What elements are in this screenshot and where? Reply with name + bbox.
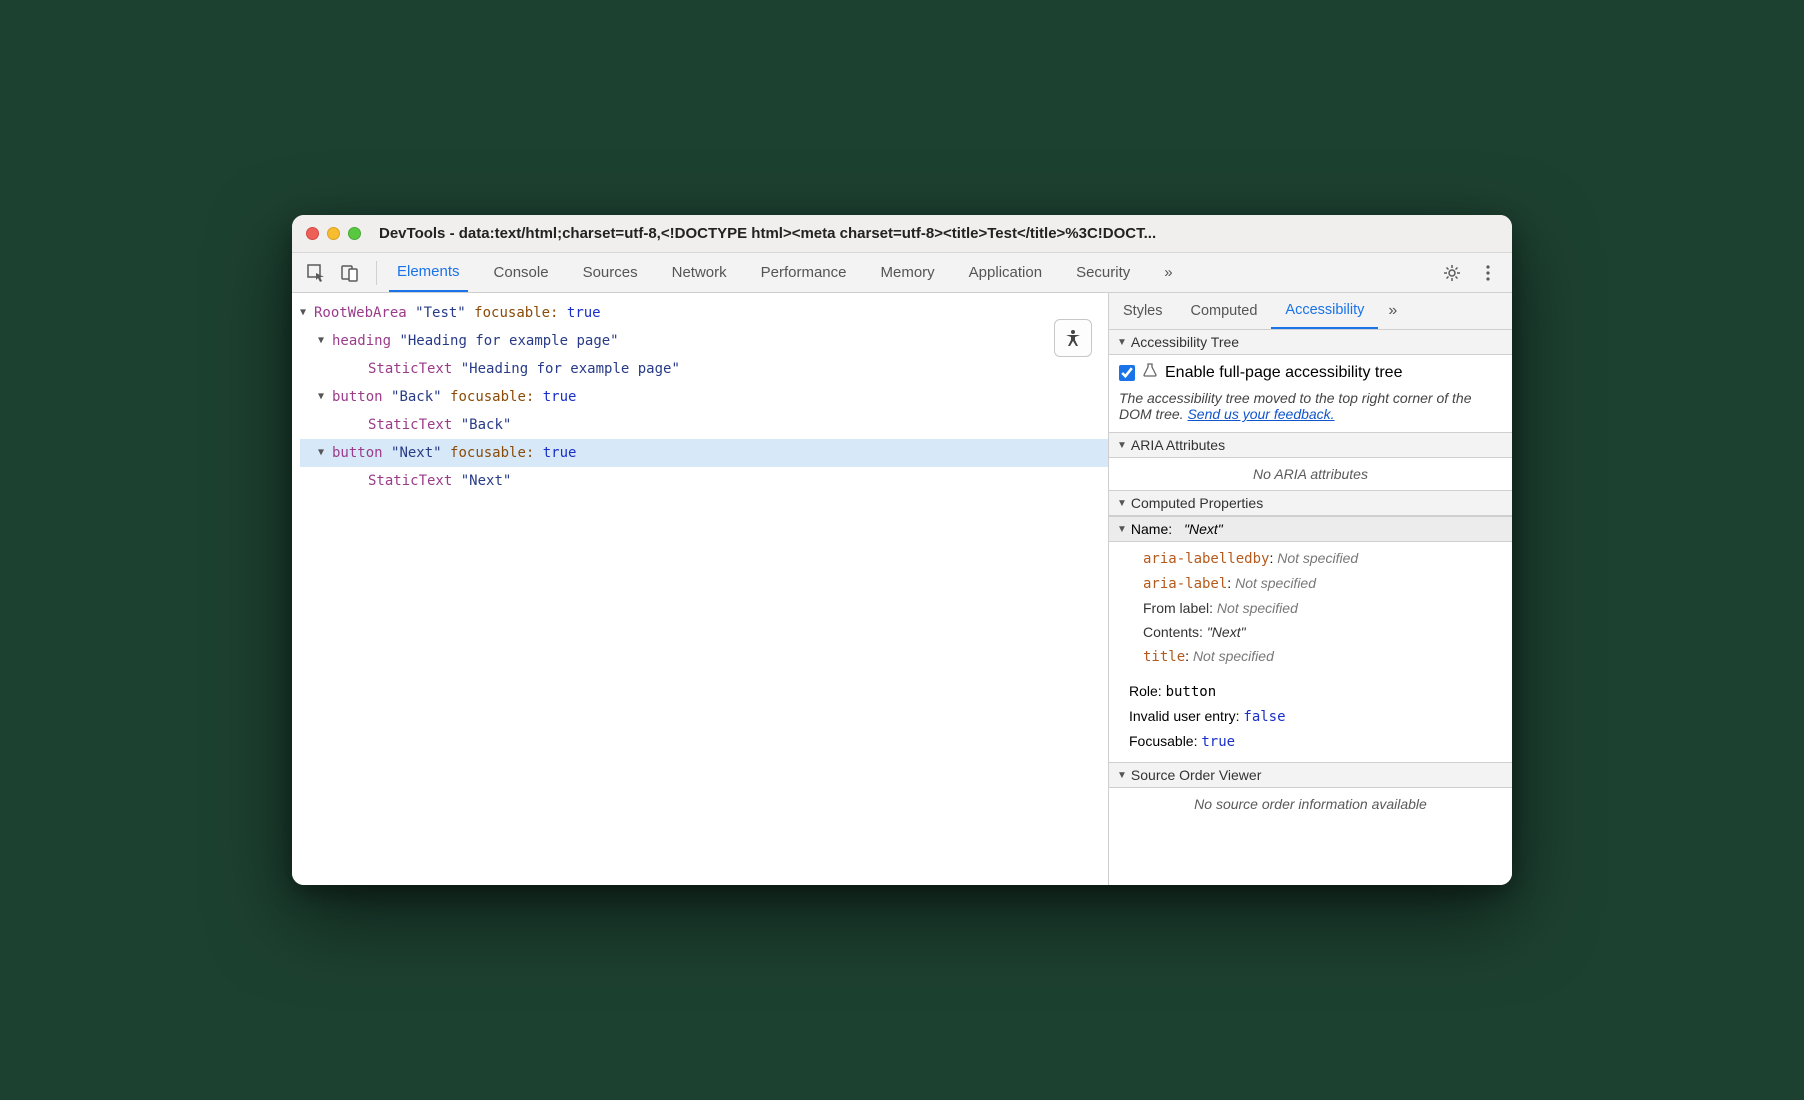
tab-network[interactable]: Network xyxy=(664,253,735,292)
src-aria-labelledby: aria-labelledby: Not specified xyxy=(1143,546,1502,571)
chevron-down-icon[interactable]: ▼ xyxy=(300,299,312,327)
side-tabs-more-icon[interactable]: » xyxy=(1378,302,1407,320)
close-icon[interactable] xyxy=(306,227,319,240)
tree-row-root[interactable]: ▼ RootWebArea "Test" focusable: true xyxy=(300,299,1108,327)
tab-sources[interactable]: Sources xyxy=(575,253,646,292)
tree-row-heading[interactable]: ▼ heading "Heading for example page" xyxy=(300,327,1108,355)
feedback-link[interactable]: Send us your feedback. xyxy=(1187,406,1334,422)
right-pane: Styles Computed Accessibility » ▼ Access… xyxy=(1108,293,1512,885)
tab-elements[interactable]: Elements xyxy=(389,253,468,292)
tree-attr-key: focusable xyxy=(450,439,526,467)
computed-name-row[interactable]: ▼ Name: "Next" xyxy=(1109,516,1512,542)
tree-attr-key: focusable xyxy=(474,299,550,327)
computed-name-value: "Next" xyxy=(1184,521,1223,537)
enable-fullpage-row: Enable full-page accessibility tree xyxy=(1109,355,1512,386)
tab-performance[interactable]: Performance xyxy=(753,253,855,292)
tree-moved-message: The accessibility tree moved to the top … xyxy=(1109,386,1512,432)
side-tab-styles[interactable]: Styles xyxy=(1109,293,1177,329)
content: ▼ RootWebArea "Test" focusable: true ▼ h… xyxy=(292,293,1512,885)
main-toolbar: Elements Console Sources Network Perform… xyxy=(292,253,1512,293)
tree-role: RootWebArea xyxy=(314,299,407,327)
tab-memory[interactable]: Memory xyxy=(873,253,943,292)
chevron-down-icon[interactable]: ▼ xyxy=(318,383,330,411)
kebab-icon[interactable] xyxy=(1474,259,1502,287)
accessibility-tree-pane: ▼ RootWebArea "Test" focusable: true ▼ h… xyxy=(292,293,1108,885)
tab-security[interactable]: Security xyxy=(1068,253,1138,292)
inspect-icon[interactable] xyxy=(302,259,330,287)
tree-row-static-text[interactable]: ▼ StaticText "Heading for example page" xyxy=(300,355,1108,383)
tree-row-button-back[interactable]: ▼ button "Back" focusable: true xyxy=(300,383,1108,411)
accessibility-tree-toggle-button[interactable] xyxy=(1054,319,1092,357)
maximize-icon[interactable] xyxy=(348,227,361,240)
side-tabs: Styles Computed Accessibility » xyxy=(1109,293,1512,330)
src-from-label: From label: Not specified xyxy=(1143,596,1502,620)
tree-role: StaticText xyxy=(368,411,452,439)
tree-attr-key: focusable xyxy=(450,383,526,411)
titlebar: DevTools - data:text/html;charset=utf-8,… xyxy=(292,215,1512,253)
tree-role: button xyxy=(332,439,383,467)
chevron-down-icon[interactable]: ▼ xyxy=(1117,440,1127,451)
prop-role: Role: button xyxy=(1129,679,1502,704)
device-toolbar-icon[interactable] xyxy=(336,259,364,287)
tree-attr-val: true xyxy=(567,299,601,327)
tabs-more-icon[interactable]: » xyxy=(1156,253,1180,292)
computed-other-props: Role: button Invalid user entry: false F… xyxy=(1109,677,1512,762)
chevron-down-icon[interactable]: ▼ xyxy=(318,327,330,355)
tree-name: "Next" xyxy=(391,439,442,467)
devtools-window: DevTools - data:text/html;charset=utf-8,… xyxy=(292,215,1512,885)
tree-row-static-text[interactable]: ▼ StaticText "Back" xyxy=(300,411,1108,439)
side-tab-computed[interactable]: Computed xyxy=(1177,293,1272,329)
chevron-down-icon[interactable]: ▼ xyxy=(1117,337,1127,348)
gear-icon[interactable] xyxy=(1438,259,1466,287)
chevron-down-icon[interactable]: ▼ xyxy=(1117,498,1127,509)
tree-row-static-text[interactable]: ▼ StaticText "Next" xyxy=(300,467,1108,495)
tree-name: "Heading for example page" xyxy=(399,327,618,355)
source-order-empty: No source order information available xyxy=(1109,788,1512,824)
section-computed-properties[interactable]: ▼ Computed Properties xyxy=(1109,490,1512,516)
tree-role: button xyxy=(332,383,383,411)
chevron-down-icon[interactable]: ▼ xyxy=(1117,770,1127,781)
minimize-icon[interactable] xyxy=(327,227,340,240)
tree-name: "Heading for example page" xyxy=(461,355,680,383)
tree-role: StaticText xyxy=(368,467,452,495)
enable-fullpage-checkbox[interactable] xyxy=(1119,365,1135,381)
chevron-down-icon[interactable]: ▼ xyxy=(1117,524,1127,535)
section-title: Source Order Viewer xyxy=(1131,767,1261,783)
tree-attr-val: true xyxy=(543,383,577,411)
tab-application[interactable]: Application xyxy=(961,253,1050,292)
tree-name: "Back" xyxy=(391,383,442,411)
main-tabs: Elements Console Sources Network Perform… xyxy=(389,253,1432,292)
tab-console[interactable]: Console xyxy=(486,253,557,292)
side-tab-accessibility[interactable]: Accessibility xyxy=(1271,293,1378,329)
section-title: ARIA Attributes xyxy=(1131,437,1225,453)
src-contents: Contents: "Next" xyxy=(1143,620,1502,644)
computed-name-label: Name: xyxy=(1131,521,1172,537)
section-aria-attributes[interactable]: ▼ ARIA Attributes xyxy=(1109,432,1512,458)
flask-icon xyxy=(1143,363,1157,382)
window-controls xyxy=(306,227,361,240)
computed-name-sources: aria-labelledby: Not specified aria-labe… xyxy=(1109,542,1512,677)
tree-attr-val: true xyxy=(543,439,577,467)
tree-name: "Back" xyxy=(461,411,512,439)
chevron-down-icon[interactable]: ▼ xyxy=(318,439,330,467)
tree-role: StaticText xyxy=(368,355,452,383)
aria-empty: No ARIA attributes xyxy=(1109,458,1512,490)
src-aria-label: aria-label: Not specified xyxy=(1143,571,1502,596)
tree-name: "Test" xyxy=(415,299,466,327)
window-title: DevTools - data:text/html;charset=utf-8,… xyxy=(379,225,1498,242)
prop-invalid: Invalid user entry: false xyxy=(1129,704,1502,729)
section-title: Computed Properties xyxy=(1131,495,1263,511)
tree-name: "Next" xyxy=(461,467,512,495)
section-accessibility-tree[interactable]: ▼ Accessibility Tree xyxy=(1109,330,1512,355)
toolbar-right xyxy=(1438,259,1502,287)
tree-row-button-next[interactable]: ▼ button "Next" focusable: true xyxy=(300,439,1108,467)
tree-role: heading xyxy=(332,327,391,355)
section-source-order[interactable]: ▼ Source Order Viewer xyxy=(1109,762,1512,788)
enable-fullpage-label: Enable full-page accessibility tree xyxy=(1165,364,1402,382)
prop-focusable: Focusable: true xyxy=(1129,729,1502,754)
separator xyxy=(376,261,377,285)
src-title: title: Not specified xyxy=(1143,644,1502,669)
section-title: Accessibility Tree xyxy=(1131,334,1239,350)
